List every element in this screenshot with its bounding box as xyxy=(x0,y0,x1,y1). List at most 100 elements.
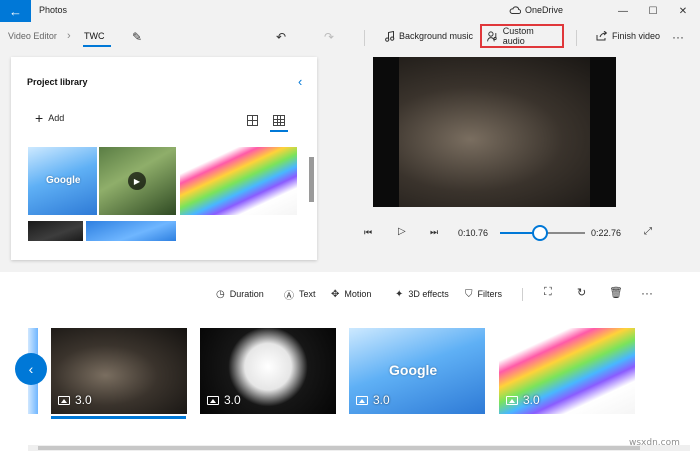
project-library-title: Project library xyxy=(27,77,88,87)
video-preview[interactable] xyxy=(373,57,616,207)
step-forward-icon: ⏭ xyxy=(430,227,439,237)
card-duration: 3.0 xyxy=(207,393,241,407)
image-icon xyxy=(506,395,518,405)
onedrive-status[interactable]: OneDrive xyxy=(509,5,563,15)
library-thumbnail[interactable] xyxy=(28,221,83,241)
chevron-left-icon: ‹ xyxy=(298,74,303,89)
plus-icon: + xyxy=(35,110,44,126)
music-note-icon xyxy=(385,30,395,42)
undo-icon: ↶ xyxy=(275,30,287,44)
rotate-icon: ↻ xyxy=(577,287,587,299)
cloud-icon xyxy=(509,6,521,14)
more-icon: ··· xyxy=(641,286,653,300)
onedrive-label: OneDrive xyxy=(525,5,564,15)
trash-icon: 🗑 xyxy=(609,287,623,299)
minimize-icon: — xyxy=(618,5,628,17)
library-thumbnail[interactable]: Google xyxy=(28,147,97,215)
crop-icon: ⛶ xyxy=(544,286,552,298)
undo-button[interactable]: ↶ xyxy=(272,28,290,46)
thumbnail-google-text: Google xyxy=(46,175,81,186)
redo-button[interactable]: ↷ xyxy=(320,28,338,46)
add-media-button[interactable]: + Add xyxy=(35,110,64,126)
close-icon: ✕ xyxy=(678,5,688,17)
library-scrollbar-thumb[interactable] xyxy=(309,157,314,202)
storyboard-scrollbar-thumb[interactable] xyxy=(38,446,640,450)
background-music-button[interactable]: Background music xyxy=(379,25,479,47)
back-arrow-icon: ← xyxy=(9,3,22,19)
video-play-icon: ▶ xyxy=(128,172,146,190)
card-duration: 3.0 xyxy=(58,393,92,407)
text-icon: Ⓐ xyxy=(284,290,294,302)
breadcrumb-video-editor[interactable]: Video Editor xyxy=(8,31,57,41)
large-grid-view-icon[interactable] xyxy=(247,115,258,126)
fullscreen-button[interactable]: ⤢ xyxy=(644,226,652,237)
person-audio-icon xyxy=(487,30,497,41)
storyboard-card[interactable]: 3.0 xyxy=(51,328,187,414)
storyboard-scroll-left-button[interactable]: ‹ xyxy=(15,353,47,385)
image-icon xyxy=(207,395,219,405)
storyboard-card[interactable]: 3.0 xyxy=(200,328,336,414)
card-google-text: Google xyxy=(389,362,438,378)
custom-audio-label: Custom audio xyxy=(502,26,534,46)
storyboard-more-button[interactable]: ··· xyxy=(641,286,653,300)
watermark: wsxdn.com xyxy=(629,438,680,448)
duration-label: Duration xyxy=(229,289,264,299)
filter-icon: ⛉ xyxy=(465,288,473,300)
card-duration-value: 3.0 xyxy=(224,393,241,407)
filters-label: Filters xyxy=(477,289,503,299)
library-thumbnail[interactable] xyxy=(180,147,297,215)
rename-button[interactable]: ✎ xyxy=(128,28,146,46)
back-button[interactable]: ← xyxy=(0,0,31,22)
motion-icon: ✥ xyxy=(331,288,340,300)
breadcrumb: Video Editor xyxy=(8,31,57,41)
play-button[interactable]: ▷ xyxy=(398,226,406,237)
card-duration: 3.0 xyxy=(506,393,540,407)
3d-effects-label: 3D effects xyxy=(408,289,449,299)
storyboard-card[interactable]: 3.0 xyxy=(499,328,635,414)
toolbar-divider xyxy=(364,30,365,46)
breadcrumb-separator-icon: › xyxy=(67,30,71,42)
maximize-button[interactable]: ☐ xyxy=(638,0,668,22)
app-title: Photos xyxy=(39,5,68,15)
step-back-icon: ⏮ xyxy=(364,227,373,237)
preview-letterbox-right xyxy=(590,57,616,207)
background-music-label: Background music xyxy=(399,31,474,41)
storyboard-card[interactable]: Google 3.0 xyxy=(349,328,485,414)
breadcrumb-project-name: TWC xyxy=(84,31,105,41)
text-button[interactable]: Ⓐ Text xyxy=(284,286,316,302)
crop-button[interactable]: ⛶ xyxy=(544,286,552,299)
more-options-button[interactable]: ··· xyxy=(672,30,684,44)
image-icon xyxy=(58,395,70,405)
filters-button[interactable]: ⛉ Filters xyxy=(465,286,502,302)
motion-button[interactable]: ✥ Motion xyxy=(331,286,371,302)
clock-icon: ◷ xyxy=(216,288,225,300)
card-duration-value: 3.0 xyxy=(75,393,92,407)
card-duration: 3.0 xyxy=(356,393,390,407)
rotate-button[interactable]: ↻ xyxy=(577,286,586,299)
custom-audio-button[interactable]: Custom audio xyxy=(480,24,564,48)
storyboard-divider xyxy=(522,288,523,301)
redo-icon: ↷ xyxy=(323,30,335,44)
next-frame-button[interactable]: ⏭ xyxy=(430,227,438,238)
seek-bar-handle[interactable] xyxy=(532,225,548,241)
current-time: 0:10.76 xyxy=(458,228,489,238)
card-duration-value: 3.0 xyxy=(523,393,540,407)
maximize-icon: ☐ xyxy=(648,5,658,17)
text-label: Text xyxy=(299,289,316,299)
delete-button[interactable]: 🗑 xyxy=(609,286,623,299)
share-export-icon xyxy=(596,31,608,41)
chevron-left-icon: ‹ xyxy=(28,361,34,377)
small-grid-view-icon[interactable] xyxy=(273,115,285,126)
finish-video-button[interactable]: Finish video xyxy=(590,25,666,47)
library-thumbnail[interactable]: ▶ xyxy=(99,147,176,215)
image-icon xyxy=(356,395,368,405)
duration-button[interactable]: ◷ Duration xyxy=(216,286,264,302)
collapse-library-button[interactable]: ‹ xyxy=(298,74,302,89)
close-button[interactable]: ✕ xyxy=(668,0,698,22)
minimize-button[interactable]: — xyxy=(608,0,638,22)
sparkle-icon: ✦ xyxy=(395,288,404,300)
3d-effects-button[interactable]: ✦ 3D effects xyxy=(395,286,449,302)
previous-frame-button[interactable]: ⏮ xyxy=(364,227,372,238)
project-name-underline xyxy=(83,45,111,47)
library-thumbnail[interactable] xyxy=(86,221,176,241)
